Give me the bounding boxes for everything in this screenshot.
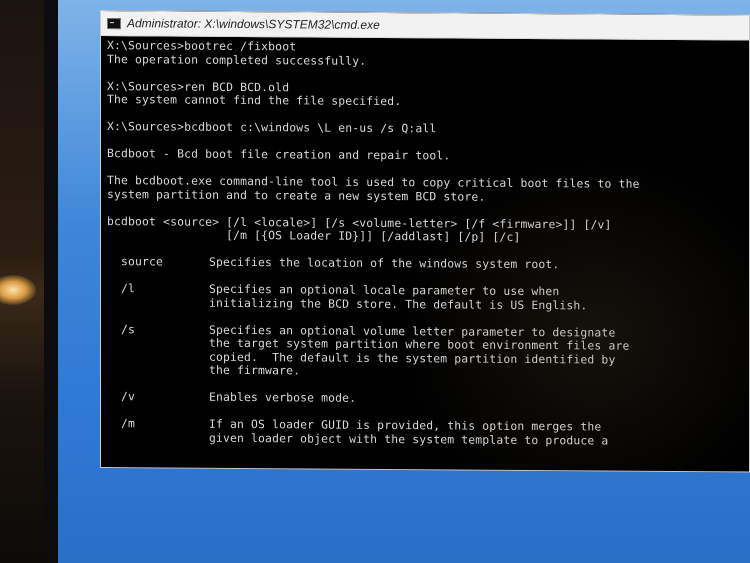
option-name: /s [121, 321, 136, 336]
cmd-window[interactable]: Administrator: X:\windows\SYSTEM32\cmd.e… [100, 10, 750, 473]
lamp-light [0, 275, 36, 305]
option-row: /l Specifies an optional locale parameter… [107, 281, 745, 314]
option-description: Specifies an optional locale parameter t… [209, 282, 745, 314]
option-description: If an OS loader GUID is provided, this o… [209, 417, 745, 449]
window-title: Administrator: X:\windows\SYSTEM32\cmd.e… [127, 16, 380, 32]
option-name: /m [121, 416, 136, 431]
option-name: source [121, 254, 164, 269]
option-name: /v [121, 389, 136, 404]
option-name: /l [121, 281, 136, 296]
window-titlebar[interactable]: Administrator: X:\windows\SYSTEM32\cmd.e… [101, 11, 749, 41]
option-description: Specifies an optional volume letter para… [209, 322, 745, 381]
option-row: /m If an OS loader GUID is provided, this… [107, 416, 745, 449]
option-row: /s Specifies an optional volume letter pa… [107, 321, 745, 381]
console-output[interactable]: X:\Sources>bootrec /fixboot The operation… [107, 38, 745, 471]
cmd-icon [107, 17, 121, 29]
